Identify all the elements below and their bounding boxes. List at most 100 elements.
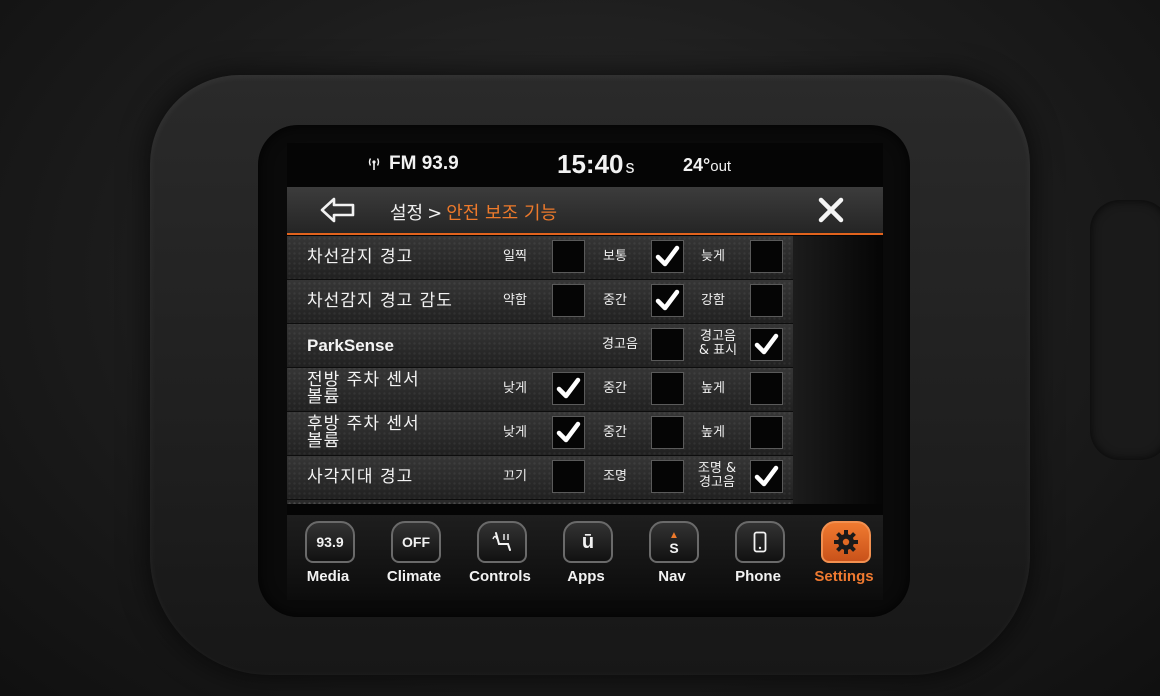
checkmark-icon	[754, 333, 779, 355]
setting-row-lane-sensitivity: 차선감지 경고 감도 약함 중간 강함	[287, 280, 793, 324]
checkbox-medium[interactable]	[651, 416, 684, 449]
compass-heading: S	[669, 540, 679, 556]
setting-row-parksense: ParkSense 경고음 경고음 & 표시	[287, 324, 793, 368]
option-label: 강함	[701, 293, 725, 308]
option-label: 경고음	[602, 337, 638, 352]
nav-label: Settings	[814, 568, 874, 585]
clock-suffix: s	[625, 157, 635, 177]
row-label: 사각지대 경고	[307, 467, 414, 487]
close-button[interactable]	[811, 193, 851, 227]
option-label: 중간	[603, 293, 627, 308]
checkbox-strong[interactable]	[750, 284, 783, 317]
checkbox-low[interactable]	[552, 372, 585, 405]
infotainment-screen: FM 93.9 15:40 s 24°out 설정 > 안전 보조 기능 차선감지	[287, 143, 883, 600]
nav-climate[interactable]: OFF Climate	[375, 515, 451, 600]
apps-icon: ū	[563, 521, 613, 563]
checkbox-lights[interactable]	[651, 460, 684, 493]
checkbox-medium[interactable]	[651, 284, 684, 317]
temperature-value: 24°	[683, 155, 711, 175]
checkbox-weak[interactable]	[552, 284, 585, 317]
nav-apps[interactable]: ū Apps	[547, 515, 623, 600]
status-bar: FM 93.9 15:40 s 24°out	[287, 143, 883, 187]
media-badge: 93.9	[305, 521, 355, 563]
checkbox-early[interactable]	[552, 240, 585, 273]
nav-label: Climate	[386, 568, 442, 585]
setting-row-blind-spot: 사각지대 경고 끄기 조명 조명 & 경고음	[287, 456, 793, 500]
checkbox-off[interactable]	[552, 460, 585, 493]
checkbox-low[interactable]	[552, 416, 585, 449]
option-label: 약함	[503, 293, 527, 308]
seat-controls-icon	[477, 521, 527, 563]
option-label-line2: & 표시	[698, 343, 738, 358]
row-label-line2: 볼륨	[307, 431, 341, 451]
option-label: 늦게	[701, 249, 725, 264]
nav-label: Apps	[567, 568, 605, 585]
radio-station-text: FM 93.9	[389, 153, 459, 174]
back-arrow-icon	[320, 197, 355, 223]
nav-navigation[interactable]: ▲ S Nav	[633, 515, 709, 600]
title-bar: 설정 > 안전 보조 기능	[287, 187, 883, 235]
clock: 15:40 s	[557, 149, 635, 180]
checkbox-lights-chime[interactable]	[750, 460, 783, 493]
setting-row-lane-warning: 차선감지 경고 일찍 보통 늦게	[287, 236, 793, 280]
page-title: 안전 보조 기능	[446, 203, 558, 224]
option-label: 보통	[603, 249, 627, 264]
antenna-icon	[367, 156, 381, 173]
radio-status[interactable]: FM 93.9	[367, 153, 459, 175]
option-label-line1: 조명 &	[697, 461, 737, 476]
close-icon	[818, 197, 844, 223]
option-label-line2: 경고음	[699, 475, 735, 490]
option-label: 높게	[701, 381, 725, 396]
row-label: 차선감지 경고 감도	[307, 291, 453, 311]
nav-phone[interactable]: Phone	[719, 515, 795, 600]
option-label: 높게	[701, 425, 725, 440]
climate-badge: OFF	[391, 521, 441, 563]
setting-row-rear-sensor-volume: 후방 주차 센서 볼륨 낮게 중간 높게	[287, 412, 793, 456]
breadcrumb-separator: >	[427, 203, 443, 224]
option-label: 중간	[603, 425, 627, 440]
row-label-line2: 볼륨	[307, 387, 341, 407]
nav-label: Nav	[658, 568, 686, 585]
row-label-two-line: 후방 주차 센서 볼륨	[307, 416, 420, 450]
clock-time: 15:40	[557, 149, 624, 179]
option-label: 일찍	[503, 249, 527, 264]
breadcrumb-parent[interactable]: 설정	[390, 203, 423, 224]
checkbox-medium[interactable]	[651, 372, 684, 405]
setting-row-front-sensor-volume: 전방 주차 센서 볼륨 낮게 중간 높게	[287, 368, 793, 412]
checkbox-late[interactable]	[750, 240, 783, 273]
checkmark-icon	[556, 377, 581, 399]
checkmark-icon	[754, 465, 779, 487]
option-label: 끄기	[503, 469, 527, 484]
option-label: 조명	[603, 469, 627, 484]
nav-media[interactable]: 93.9 Media	[289, 515, 365, 600]
checkbox-high[interactable]	[750, 372, 783, 405]
checkbox-chime-display[interactable]	[750, 328, 783, 361]
row-label: ParkSense	[307, 336, 394, 355]
settings-list-margin	[793, 236, 883, 504]
checkbox-high[interactable]	[750, 416, 783, 449]
row-label-two-line: 전방 주차 센서 볼륨	[307, 372, 420, 406]
nav-label: Media	[306, 568, 350, 585]
option-label-line1: 경고음	[700, 329, 736, 344]
nav-settings[interactable]: Settings	[805, 515, 881, 600]
option-label: 중간	[603, 381, 627, 396]
checkmark-icon	[556, 421, 581, 443]
nav-label: Controls	[469, 568, 531, 585]
back-button[interactable]	[315, 193, 361, 227]
checkbox-chime[interactable]	[651, 328, 684, 361]
dashboard-side-vent	[1090, 200, 1160, 460]
nav-controls[interactable]: Controls	[461, 515, 537, 600]
outside-temperature: 24°out	[683, 155, 731, 176]
checkmark-icon	[655, 289, 680, 311]
compass-icon: ▲ S	[649, 521, 699, 563]
gear-icon	[821, 521, 871, 563]
checkbox-normal[interactable]	[651, 240, 684, 273]
nav-label: Phone	[735, 568, 781, 585]
option-label: 낮게	[503, 425, 527, 440]
breadcrumb: 설정 > 안전 보조 기능	[390, 199, 557, 225]
bottom-nav-bar: 93.9 Media OFF Climate Controls ū Apps ▲…	[287, 515, 883, 600]
temperature-suffix: out	[710, 158, 732, 175]
option-label-two-line: 경고음 & 표시	[691, 330, 745, 358]
checkmark-icon	[655, 245, 680, 267]
row-label: 차선감지 경고	[307, 247, 414, 267]
